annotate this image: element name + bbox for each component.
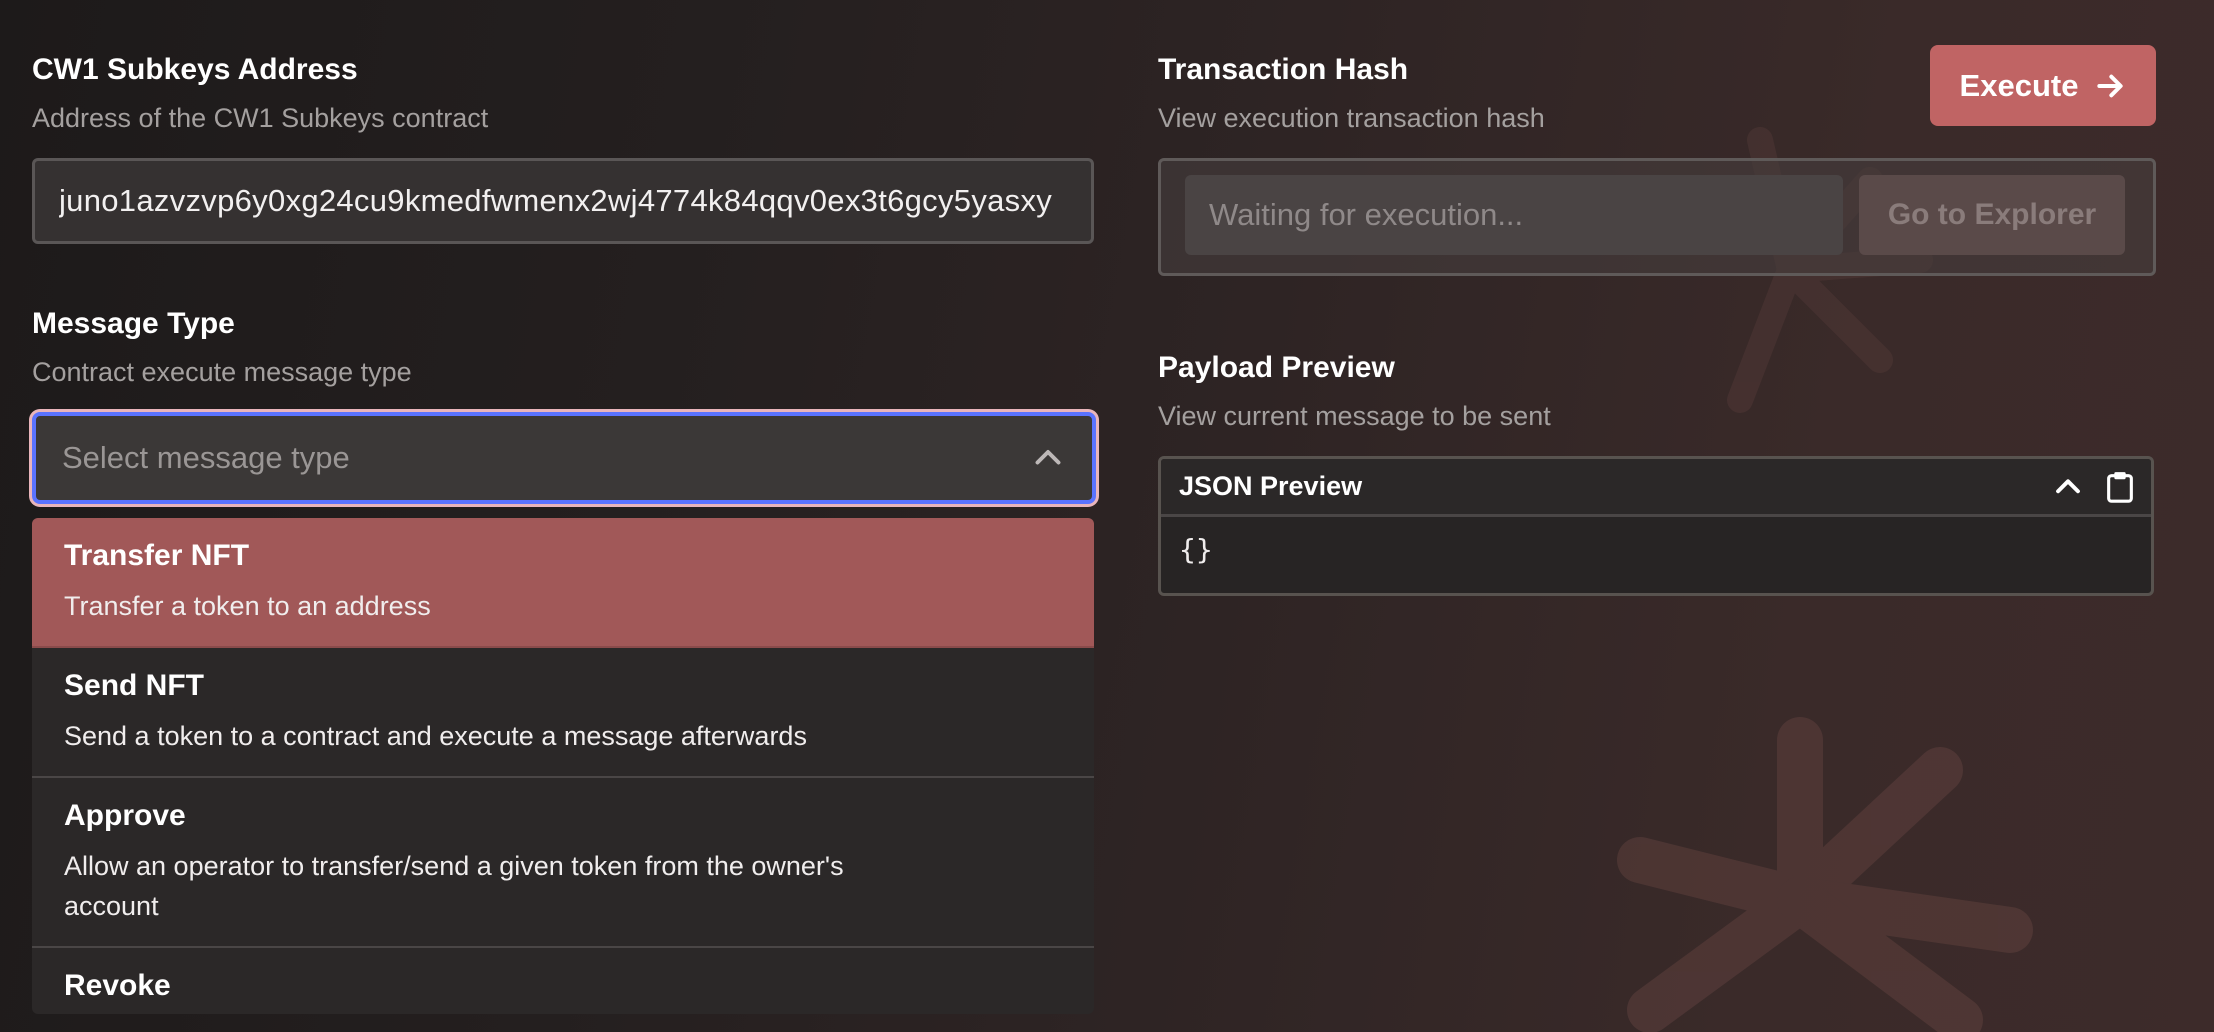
- message-type-description: Contract execute message type: [32, 357, 412, 387]
- address-description: Address of the CW1 Subkeys contract: [32, 103, 489, 133]
- json-preview-header: JSON Preview: [1161, 459, 2151, 517]
- execute-label: Execute: [1959, 67, 2079, 103]
- message-type-label: Message Type: [32, 307, 235, 340]
- address-label: CW1 Subkeys Address: [32, 53, 358, 86]
- arrow-right-icon: [2097, 74, 2124, 97]
- left-column: CW1 Subkeys Address Address of the CW1 S…: [32, 50, 1096, 1014]
- option-send-nft[interactable]: Send NFT Send a token to a contract and …: [32, 648, 1094, 778]
- message-type-section: Message Type Contract execute message ty…: [32, 304, 1096, 1014]
- contract-address-value: juno1azvzvp6y0xg24cu9kmedfwmenx2wj4774k8…: [59, 183, 1053, 218]
- option-description: Allow an operator to transfer/send a giv…: [64, 851, 844, 921]
- message-type-dropdown: Transfer NFT Transfer a token to an addr…: [32, 518, 1094, 1014]
- option-description: Transfer a token to an address: [64, 591, 431, 621]
- message-type-placeholder: Select message type: [62, 440, 350, 475]
- option-revoke[interactable]: Revoke: [32, 948, 1094, 1014]
- clipboard-icon[interactable]: [2105, 470, 2135, 504]
- message-type-select[interactable]: Select message type: [32, 412, 1096, 504]
- payload-preview-section: Payload Preview View current message to …: [1158, 348, 2156, 596]
- json-preview-title: JSON Preview: [1179, 471, 1363, 501]
- transaction-hash-box: Waiting for execution... Go to Explorer: [1158, 158, 2156, 276]
- json-preview-actions: [2051, 470, 2135, 504]
- go-to-explorer-button[interactable]: Go to Explorer: [1859, 175, 2125, 255]
- option-title: Revoke: [64, 969, 171, 1002]
- json-preview-content: {}: [1179, 533, 1213, 566]
- payload-preview-label: Payload Preview: [1158, 351, 1395, 384]
- option-description: Send a token to a contract and execute a…: [64, 721, 807, 751]
- json-preview-box: JSON Preview {}: [1158, 456, 2154, 596]
- option-title: Transfer NFT: [64, 539, 250, 572]
- payload-preview-description: View current message to be sent: [1158, 401, 1551, 431]
- option-title: Approve: [64, 799, 186, 832]
- transaction-hash-field[interactable]: Waiting for execution...: [1185, 175, 1843, 255]
- chevron-up-icon: [1035, 450, 1061, 465]
- option-title: Send NFT: [64, 669, 204, 702]
- option-transfer-nft[interactable]: Transfer NFT Transfer a token to an addr…: [32, 518, 1094, 648]
- chevron-up-icon[interactable]: [2051, 470, 2085, 504]
- execute-button[interactable]: Execute: [1930, 45, 2156, 126]
- option-approve[interactable]: Approve Allow an operator to transfer/se…: [32, 778, 1094, 948]
- contract-address-input[interactable]: juno1azvzvp6y0xg24cu9kmedfwmenx2wj4774k8…: [32, 158, 1094, 244]
- right-column: Execute Transaction Hash View execution …: [1158, 45, 2156, 596]
